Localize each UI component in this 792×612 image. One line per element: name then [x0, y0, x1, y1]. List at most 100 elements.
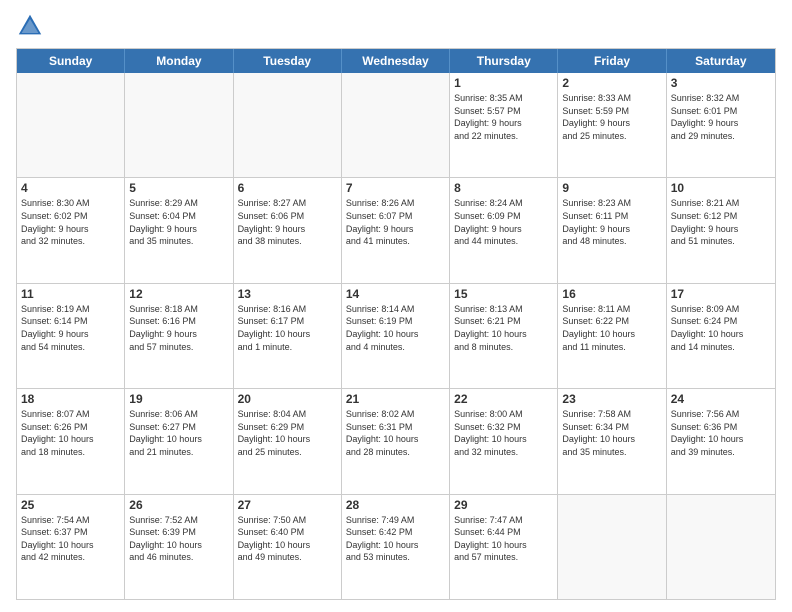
- day-number-27: 27: [238, 498, 337, 512]
- calendar-cell-28: 28 Sunrise: 7:49 AMSunset: 6:42 PMDayligh…: [342, 495, 450, 599]
- day-number-13: 13: [238, 287, 337, 301]
- day-number-8: 8: [454, 181, 553, 195]
- calendar-cell-29: 29 Sunrise: 7:47 AMSunset: 6:44 PMDayligh…: [450, 495, 558, 599]
- calendar-row-2: 11 Sunrise: 8:19 AMSunset: 6:14 PMDayligh…: [17, 283, 775, 388]
- day-number-22: 22: [454, 392, 553, 406]
- calendar-cell-4: 4 Sunrise: 8:30 AMSunset: 6:02 PMDaylight…: [17, 178, 125, 282]
- cell-info-14: Sunrise: 8:14 AMSunset: 6:19 PMDaylight:…: [346, 303, 445, 353]
- calendar-cell-18: 18 Sunrise: 8:07 AMSunset: 6:26 PMDayligh…: [17, 389, 125, 493]
- cell-info-18: Sunrise: 8:07 AMSunset: 6:26 PMDaylight:…: [21, 408, 120, 458]
- calendar-cell-3: 3 Sunrise: 8:32 AMSunset: 6:01 PMDaylight…: [667, 73, 775, 177]
- cell-info-26: Sunrise: 7:52 AMSunset: 6:39 PMDaylight:…: [129, 514, 228, 564]
- weekday-header-tuesday: Tuesday: [234, 49, 342, 73]
- day-number-29: 29: [454, 498, 553, 512]
- day-number-14: 14: [346, 287, 445, 301]
- calendar-cell-21: 21 Sunrise: 8:02 AMSunset: 6:31 PMDayligh…: [342, 389, 450, 493]
- day-number-15: 15: [454, 287, 553, 301]
- page: SundayMondayTuesdayWednesdayThursdayFrid…: [0, 0, 792, 612]
- weekday-header-thursday: Thursday: [450, 49, 558, 73]
- cell-info-4: Sunrise: 8:30 AMSunset: 6:02 PMDaylight:…: [21, 197, 120, 247]
- weekday-header-sunday: Sunday: [17, 49, 125, 73]
- calendar-cell-19: 19 Sunrise: 8:06 AMSunset: 6:27 PMDayligh…: [125, 389, 233, 493]
- day-number-9: 9: [562, 181, 661, 195]
- calendar-row-1: 4 Sunrise: 8:30 AMSunset: 6:02 PMDaylight…: [17, 177, 775, 282]
- day-number-21: 21: [346, 392, 445, 406]
- header: [16, 12, 776, 40]
- calendar-cell-20: 20 Sunrise: 8:04 AMSunset: 6:29 PMDayligh…: [234, 389, 342, 493]
- cell-info-28: Sunrise: 7:49 AMSunset: 6:42 PMDaylight:…: [346, 514, 445, 564]
- day-number-20: 20: [238, 392, 337, 406]
- cell-info-22: Sunrise: 8:00 AMSunset: 6:32 PMDaylight:…: [454, 408, 553, 458]
- calendar-cell-16: 16 Sunrise: 8:11 AMSunset: 6:22 PMDayligh…: [558, 284, 666, 388]
- calendar-header: SundayMondayTuesdayWednesdayThursdayFrid…: [17, 49, 775, 73]
- logo-icon: [16, 12, 44, 40]
- calendar-cell-empty: [234, 73, 342, 177]
- calendar-cell-7: 7 Sunrise: 8:26 AMSunset: 6:07 PMDaylight…: [342, 178, 450, 282]
- calendar-cell-14: 14 Sunrise: 8:14 AMSunset: 6:19 PMDayligh…: [342, 284, 450, 388]
- calendar-cell-9: 9Sunrise: 8:23 AMSunset: 6:11 PMDaylight…: [558, 178, 666, 282]
- day-number-4: 4: [21, 181, 120, 195]
- calendar-cell-empty: [667, 495, 775, 599]
- day-number-25: 25: [21, 498, 120, 512]
- day-number-6: 6: [238, 181, 337, 195]
- calendar-cell-23: 23 Sunrise: 7:58 AMSunset: 6:34 PMDayligh…: [558, 389, 666, 493]
- day-number-7: 7: [346, 181, 445, 195]
- calendar-cell-empty: [17, 73, 125, 177]
- calendar-cell-1: 1Sunrise: 8:35 AMSunset: 5:57 PMDaylight…: [450, 73, 558, 177]
- calendar-cell-24: 24Sunrise: 7:56 AMSunset: 6:36 PMDayligh…: [667, 389, 775, 493]
- calendar-cell-10: 10 Sunrise: 8:21 AMSunset: 6:12 PMDayligh…: [667, 178, 775, 282]
- calendar-cell-22: 22 Sunrise: 8:00 AMSunset: 6:32 PMDayligh…: [450, 389, 558, 493]
- cell-info-15: Sunrise: 8:13 AMSunset: 6:21 PMDaylight:…: [454, 303, 553, 353]
- calendar: SundayMondayTuesdayWednesdayThursdayFrid…: [16, 48, 776, 600]
- cell-info-6: Sunrise: 8:27 AMSunset: 6:06 PMDaylight:…: [238, 197, 337, 247]
- calendar-cell-17: 17 Sunrise: 8:09 AMSunset: 6:24 PMDayligh…: [667, 284, 775, 388]
- cell-info-16: Sunrise: 8:11 AMSunset: 6:22 PMDaylight:…: [562, 303, 661, 353]
- day-number-3: 3: [671, 76, 771, 90]
- cell-info-25: Sunrise: 7:54 AMSunset: 6:37 PMDaylight:…: [21, 514, 120, 564]
- day-number-12: 12: [129, 287, 228, 301]
- day-number-16: 16: [562, 287, 661, 301]
- weekday-header-friday: Friday: [558, 49, 666, 73]
- day-number-24: 24: [671, 392, 771, 406]
- cell-info-10: Sunrise: 8:21 AMSunset: 6:12 PMDaylight:…: [671, 197, 771, 247]
- cell-info-3: Sunrise: 8:32 AMSunset: 6:01 PMDaylight:…: [671, 92, 771, 142]
- day-number-5: 5: [129, 181, 228, 195]
- day-number-11: 11: [21, 287, 120, 301]
- calendar-cell-8: 8 Sunrise: 8:24 AMSunset: 6:09 PMDaylight…: [450, 178, 558, 282]
- day-number-19: 19: [129, 392, 228, 406]
- cell-info-19: Sunrise: 8:06 AMSunset: 6:27 PMDaylight:…: [129, 408, 228, 458]
- cell-info-27: Sunrise: 7:50 AMSunset: 6:40 PMDaylight:…: [238, 514, 337, 564]
- cell-info-12: Sunrise: 8:18 AMSunset: 6:16 PMDaylight:…: [129, 303, 228, 353]
- cell-info-7: Sunrise: 8:26 AMSunset: 6:07 PMDaylight:…: [346, 197, 445, 247]
- day-number-17: 17: [671, 287, 771, 301]
- cell-info-23: Sunrise: 7:58 AMSunset: 6:34 PMDaylight:…: [562, 408, 661, 458]
- calendar-cell-27: 27 Sunrise: 7:50 AMSunset: 6:40 PMDayligh…: [234, 495, 342, 599]
- day-number-18: 18: [21, 392, 120, 406]
- calendar-cell-12: 12 Sunrise: 8:18 AMSunset: 6:16 PMDayligh…: [125, 284, 233, 388]
- day-number-10: 10: [671, 181, 771, 195]
- cell-info-17: Sunrise: 8:09 AMSunset: 6:24 PMDaylight:…: [671, 303, 771, 353]
- calendar-row-3: 18 Sunrise: 8:07 AMSunset: 6:26 PMDayligh…: [17, 388, 775, 493]
- cell-info-21: Sunrise: 8:02 AMSunset: 6:31 PMDaylight:…: [346, 408, 445, 458]
- cell-info-5: Sunrise: 8:29 AMSunset: 6:04 PMDaylight:…: [129, 197, 228, 247]
- logo: [16, 12, 48, 40]
- weekday-header-wednesday: Wednesday: [342, 49, 450, 73]
- calendar-cell-5: 5 Sunrise: 8:29 AMSunset: 6:04 PMDaylight…: [125, 178, 233, 282]
- cell-info-20: Sunrise: 8:04 AMSunset: 6:29 PMDaylight:…: [238, 408, 337, 458]
- cell-info-1: Sunrise: 8:35 AMSunset: 5:57 PMDaylight:…: [454, 92, 553, 142]
- cell-info-29: Sunrise: 7:47 AMSunset: 6:44 PMDaylight:…: [454, 514, 553, 564]
- calendar-cell-6: 6 Sunrise: 8:27 AMSunset: 6:06 PMDaylight…: [234, 178, 342, 282]
- calendar-cell-11: 11 Sunrise: 8:19 AMSunset: 6:14 PMDayligh…: [17, 284, 125, 388]
- cell-info-11: Sunrise: 8:19 AMSunset: 6:14 PMDaylight:…: [21, 303, 120, 353]
- calendar-cell-empty: [558, 495, 666, 599]
- day-number-23: 23: [562, 392, 661, 406]
- calendar-cell-26: 26Sunrise: 7:52 AMSunset: 6:39 PMDayligh…: [125, 495, 233, 599]
- day-number-2: 2: [562, 76, 661, 90]
- day-number-28: 28: [346, 498, 445, 512]
- calendar-cell-25: 25 Sunrise: 7:54 AMSunset: 6:37 PMDayligh…: [17, 495, 125, 599]
- cell-info-2: Sunrise: 8:33 AMSunset: 5:59 PMDaylight:…: [562, 92, 661, 142]
- calendar-cell-empty: [342, 73, 450, 177]
- calendar-row-0: 1Sunrise: 8:35 AMSunset: 5:57 PMDaylight…: [17, 73, 775, 177]
- cell-info-8: Sunrise: 8:24 AMSunset: 6:09 PMDaylight:…: [454, 197, 553, 247]
- calendar-cell-13: 13Sunrise: 8:16 AMSunset: 6:17 PMDayligh…: [234, 284, 342, 388]
